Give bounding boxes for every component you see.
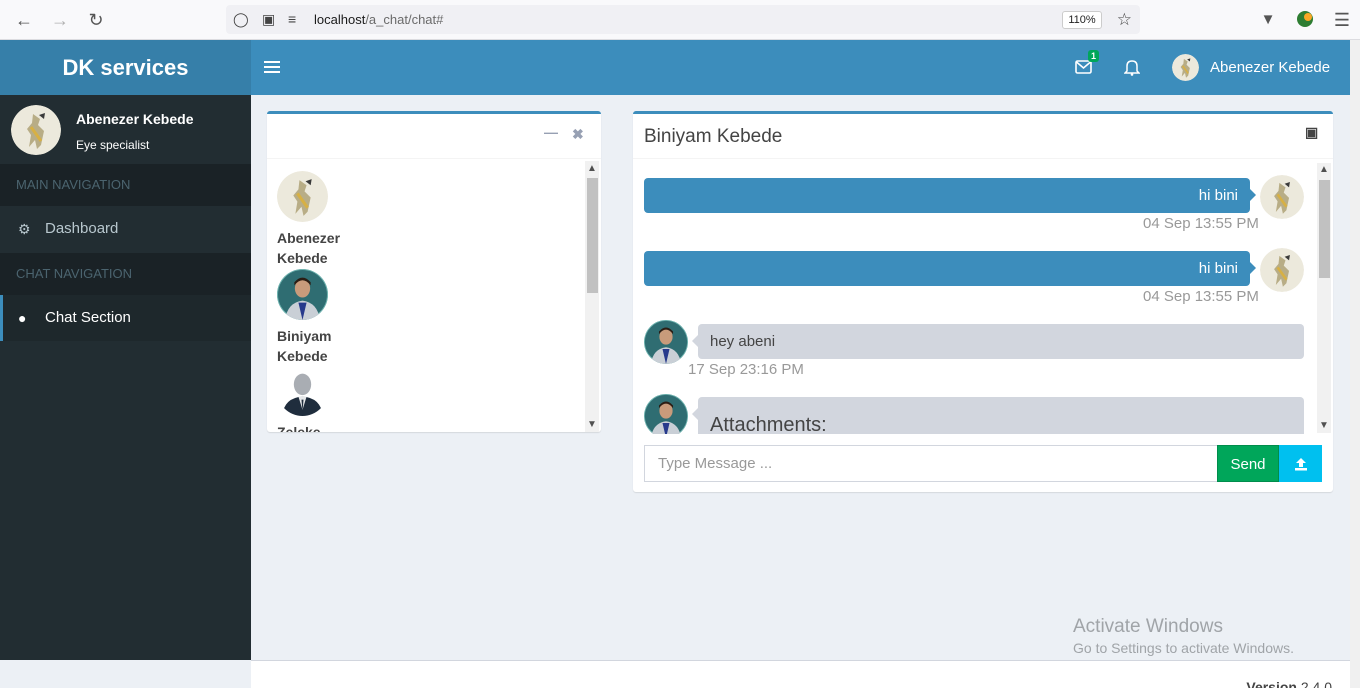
message-timestamp: 04 Sep 13:55 PM [1143, 215, 1259, 232]
sidebar-avatar [11, 105, 61, 155]
main-navigation-header: MAIN NAVIGATION [0, 164, 251, 206]
comments-icon[interactable]: ▣ [1305, 124, 1318, 141]
contact-name: Abenezer Kebede [277, 230, 341, 266]
scrollbar-thumb[interactable] [587, 178, 598, 293]
watermark-subtitle: Go to Settings to activate Windows. [1073, 640, 1294, 656]
scroll-down-icon[interactable]: ▼ [587, 419, 597, 430]
header-user-name[interactable]: Abenezer Kebede [1210, 59, 1330, 76]
contact-name: Zeleke [277, 424, 321, 432]
message-avatar [1260, 248, 1304, 292]
send-button[interactable]: Send [1217, 445, 1279, 482]
envelope-icon[interactable] [1075, 60, 1092, 75]
chat-navigation-header: CHAT NAVIGATION [0, 253, 251, 295]
message-input[interactable]: Type Message ... [644, 445, 1218, 482]
app-logo[interactable]: DK services [0, 40, 251, 95]
message-bubble: Attachments: [692, 397, 1304, 434]
extension-icon[interactable] [1295, 10, 1315, 30]
page-scrollbar[interactable] [1350, 40, 1360, 688]
back-icon[interactable]: ← [14, 10, 34, 30]
upload-icon [1294, 458, 1307, 471]
shield-icon: ◯ [233, 11, 249, 27]
contact-item[interactable]: Zeleke [277, 365, 357, 432]
sidebar-toggle-icon[interactable] [264, 58, 280, 76]
scrollbar-thumb[interactable] [1319, 180, 1330, 278]
contact-item[interactable]: Abenezer Kebede [277, 171, 357, 268]
sidebar-item-dashboard[interactable]: ⚙ Dashboard [0, 206, 251, 252]
menu-icon[interactable]: ☰ [1332, 10, 1352, 30]
contacts-box: — ✖ Abenezer Kebede Biniyam Kebede Zelek… [267, 111, 601, 432]
page-icon: ▣ [262, 11, 276, 27]
scroll-up-icon[interactable]: ▲ [587, 163, 597, 174]
bell-icon[interactable] [1124, 59, 1140, 76]
scroll-down-icon[interactable]: ▼ [1319, 420, 1329, 431]
address-bar[interactable]: ◯ ▣ ≡ localhost/a_chat/chat# 110% ☆ [226, 5, 1140, 34]
top-header: DK services 1 Abenezer Kebede [0, 40, 1360, 95]
sidebar-item-label: Dashboard [45, 220, 119, 237]
contact-item[interactable]: Biniyam Kebede [277, 269, 357, 366]
forward-icon[interactable]: → [50, 10, 70, 30]
footer: Version 2.4.0 [251, 660, 1360, 688]
sidebar-user-role: Eye specialist [76, 138, 150, 152]
message-timestamp: 17 Sep 23:16 PM [688, 361, 804, 378]
contact-avatar [277, 365, 328, 416]
message-bubble: hey abeni [692, 324, 1304, 359]
messages-scrollbar[interactable]: ▲ ▼ [1317, 163, 1331, 433]
url-text: localhost/a_chat/chat# [314, 12, 444, 27]
close-icon[interactable]: ✖ [572, 126, 584, 143]
minimize-icon[interactable]: — [544, 124, 558, 140]
sidebar: Abenezer Kebede Eye specialist MAIN NAVI… [0, 95, 251, 660]
comment-icon: ● [18, 310, 27, 326]
sidebar-user-name: Abenezer Kebede [76, 111, 194, 127]
browser-toolbar: ← → ↻ ◯ ▣ ≡ localhost/a_chat/chat# 110% … [0, 0, 1360, 40]
message-timestamp: 04 Sep 13:55 PM [1143, 288, 1259, 305]
sidebar-item-label: Chat Section [45, 309, 131, 326]
bookmark-star-icon[interactable]: ☆ [1117, 10, 1132, 30]
user-avatar[interactable] [1172, 54, 1199, 81]
version-label: Version [1246, 679, 1297, 688]
message-avatar [644, 320, 688, 364]
message-avatar [1260, 175, 1304, 219]
chat-title: Biniyam Kebede [644, 126, 783, 147]
message-bubble: hi bini [644, 251, 1256, 286]
messages-area: hi bini 04 Sep 13:55 PM hi bini 04 Sep 1… [633, 161, 1333, 434]
zoom-level[interactable]: 110% [1062, 11, 1102, 29]
contacts-list: Abenezer Kebede Biniyam Kebede Zeleke ▲ … [267, 161, 601, 432]
sidebar-item-chat-section[interactable]: ● Chat Section [0, 295, 251, 341]
version-info: Version 2.4.0 [1246, 679, 1332, 688]
message-avatar [644, 394, 688, 434]
chat-box-header: Biniyam Kebede ▣ [633, 114, 1333, 159]
contacts-scrollbar[interactable]: ▲ ▼ [585, 161, 599, 432]
contact-avatar [277, 171, 328, 222]
scroll-up-icon[interactable]: ▲ [1319, 164, 1329, 175]
pocket-icon[interactable]: ▼ [1258, 10, 1278, 30]
message-bubble: hi bini [644, 178, 1256, 213]
windows-activation-watermark: Activate Windows Go to Settings to activ… [1073, 616, 1294, 656]
chat-box: Biniyam Kebede ▣ hi bini 04 Sep 13:55 PM… [633, 111, 1333, 492]
messages-badge: 1 [1088, 50, 1100, 62]
contact-name: Biniyam Kebede [277, 328, 332, 364]
contacts-box-header: — ✖ [267, 114, 601, 159]
watermark-title: Activate Windows [1073, 616, 1223, 637]
permissions-icon: ≡ [288, 11, 297, 27]
reload-icon[interactable]: ↻ [86, 10, 106, 30]
upload-button[interactable] [1279, 445, 1322, 482]
version-number: 2.4.0 [1300, 679, 1332, 688]
dashboard-icon: ⚙ [18, 221, 31, 237]
contact-avatar [277, 269, 328, 320]
